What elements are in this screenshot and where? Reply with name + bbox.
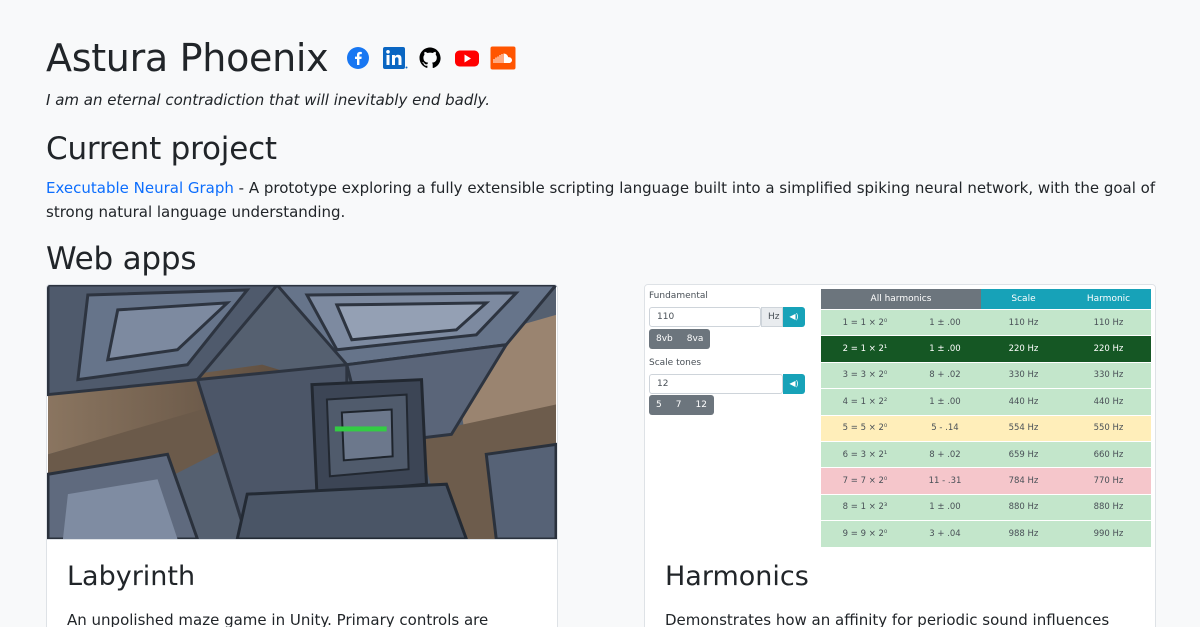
harmonic-freq-cell: 440 Hz — [1093, 396, 1124, 407]
soundcloud-icon[interactable] — [490, 46, 516, 70]
table-row: 6 = 3 × 2¹ 8 + .02 659 Hz 660 Hz — [821, 440, 1151, 468]
error-cell: 1 ± .00 — [929, 396, 961, 407]
site-title: Astura Phoenix — [46, 36, 329, 80]
table-row: 9 = 9 × 2⁰ 3 + .04 988 Hz 990 Hz — [821, 520, 1151, 547]
harmonic-cell: 6 = 3 × 2¹ — [842, 449, 888, 460]
tagline: I am an eternal contradiction that will … — [46, 91, 491, 109]
github-icon[interactable] — [418, 46, 442, 70]
card-description: An unpolished maze game in Unity. Primar… — [67, 611, 489, 627]
scale-button: 5 — [656, 400, 662, 410]
harmonic-cell: 3 = 3 × 2⁰ — [842, 370, 888, 381]
scale-button: 7 — [675, 400, 682, 410]
harmonic-cell: 4 = 1 × 2² — [842, 396, 888, 407]
table-body: 1 = 1 × 2⁰ 1 ± .00 110 Hz 110 Hz 2 = 1 × 2¹ 1… — [821, 309, 1151, 547]
current-project-text: Executable Neural Graph - A prototype ex… — [46, 176, 1156, 224]
project-link[interactable]: Executable Neural Graph — [46, 179, 234, 197]
fundamental-label: Fundamental — [649, 291, 708, 301]
harmonic-freq-cell: 880 Hz — [1093, 502, 1124, 513]
octave-button-group: 8vb 8va — [649, 329, 711, 349]
youtube-icon[interactable] — [454, 46, 480, 70]
harmonics-card[interactable]: Fundamental 110 Hz ◀) 8vb 8va Scale tone… — [644, 284, 1156, 627]
harmonic-cell: 2 = 1 × 2¹ — [842, 344, 888, 355]
card-title[interactable]: Harmonics — [665, 561, 809, 592]
scale-cell: 988 Hz — [1008, 528, 1039, 539]
hz-addon: Hz — [761, 307, 783, 327]
harmonic-cell: 5 = 5 × 2⁰ — [842, 423, 888, 434]
harmonic-cell: 9 = 9 × 2⁰ — [842, 528, 888, 539]
harmonics-screenshot[interactable]: Fundamental 110 Hz ◀) 8vb 8va Scale tone… — [645, 285, 1155, 547]
table-row: 8 = 1 × 2³ 1 ± .00 880 Hz 880 Hz — [821, 493, 1151, 521]
play-icon: ◀) — [783, 307, 805, 327]
octave-up-button: 8va — [686, 334, 704, 344]
error-cell: 1 ± .00 — [929, 502, 961, 513]
harmonic-freq-cell: 220 Hz — [1093, 344, 1124, 355]
error-cell: 8 + .02 — [929, 370, 961, 381]
scale-cell: 440 Hz — [1008, 396, 1039, 407]
scale-button-group: 5 7 12 — [649, 395, 714, 415]
table-header: All harmonics Scale Harmonic — [821, 289, 1151, 309]
header-scale: Scale — [981, 289, 1066, 309]
card-title[interactable]: Labyrinth — [67, 561, 195, 592]
scale-cell: 110 Hz — [1008, 317, 1039, 328]
scale-label: Scale tones — [649, 358, 702, 368]
table-row: 1 = 1 × 2⁰ 1 ± .00 110 Hz 110 Hz — [821, 309, 1151, 336]
scale-cell: 554 Hz — [1008, 423, 1039, 434]
error-cell: 5 - .14 — [931, 423, 959, 434]
scale-cell: 659 Hz — [1008, 449, 1039, 460]
error-cell: 1 ± .00 — [929, 344, 961, 355]
harmonic-cell: 8 = 1 × 2³ — [842, 502, 888, 513]
header-all-harmonics: All harmonics — [821, 289, 981, 309]
harmonic-freq-cell: 330 Hz — [1093, 370, 1124, 381]
scale-button: 12 — [695, 400, 707, 410]
scale-input: 12 — [649, 374, 783, 394]
header-harmonic: Harmonic — [1066, 289, 1151, 309]
scale-cell: 330 Hz — [1008, 370, 1039, 381]
scale-cell: 784 Hz — [1008, 476, 1039, 487]
harmonic-freq-cell: 110 Hz — [1093, 317, 1124, 328]
harmonic-freq-cell: 990 Hz — [1093, 528, 1124, 539]
harmonic-freq-cell: 770 Hz — [1093, 476, 1124, 487]
error-cell: 11 - .31 — [928, 476, 962, 487]
table-row: 4 = 1 × 2² 1 ± .00 440 Hz 440 Hz — [821, 388, 1151, 415]
play-icon: ◀) — [783, 374, 805, 394]
harmonic-cell: 1 = 1 × 2⁰ — [842, 317, 888, 328]
harmonics-table: All harmonics Scale Harmonic 1 = 1 × 2⁰ 1… — [821, 289, 1151, 547]
fundamental-input: 110 — [649, 307, 761, 327]
table-row: 5 = 5 × 2⁰ 5 - .14 554 Hz 550 Hz — [821, 414, 1151, 441]
table-row: 3 = 3 × 2⁰ 8 + .02 330 Hz 330 Hz — [821, 361, 1151, 389]
web-apps-heading: Web apps — [46, 241, 197, 277]
harmonic-freq-cell: 550 Hz — [1093, 423, 1124, 434]
harmonic-cell: 7 = 7 × 2⁰ — [842, 476, 888, 487]
linkedin-icon[interactable] — [382, 46, 408, 70]
error-cell: 3 + .04 — [929, 528, 961, 539]
facebook-icon[interactable] — [346, 46, 370, 70]
scale-cell: 880 Hz — [1008, 502, 1039, 513]
table-row: 2 = 1 × 2¹ 1 ± .00 220 Hz 220 Hz — [821, 335, 1151, 362]
header: Astura Phoenix — [46, 36, 516, 80]
error-cell: 1 ± .00 — [929, 317, 961, 328]
harmonic-freq-cell: 660 Hz — [1093, 449, 1124, 460]
card-description: Demonstrates how an affinity for periodi… — [665, 611, 1110, 627]
labyrinth-card[interactable]: Labyrinth An unpolished maze game in Uni… — [46, 284, 558, 627]
social-links — [346, 46, 516, 70]
octave-down-button: 8vb — [656, 334, 673, 344]
labyrinth-screenshot[interactable] — [47, 285, 557, 540]
table-row: 7 = 7 × 2⁰ 11 - .31 784 Hz 770 Hz — [821, 467, 1151, 494]
scale-cell: 220 Hz — [1008, 344, 1039, 355]
error-cell: 8 + .02 — [929, 449, 961, 460]
current-project-heading: Current project — [46, 131, 277, 167]
